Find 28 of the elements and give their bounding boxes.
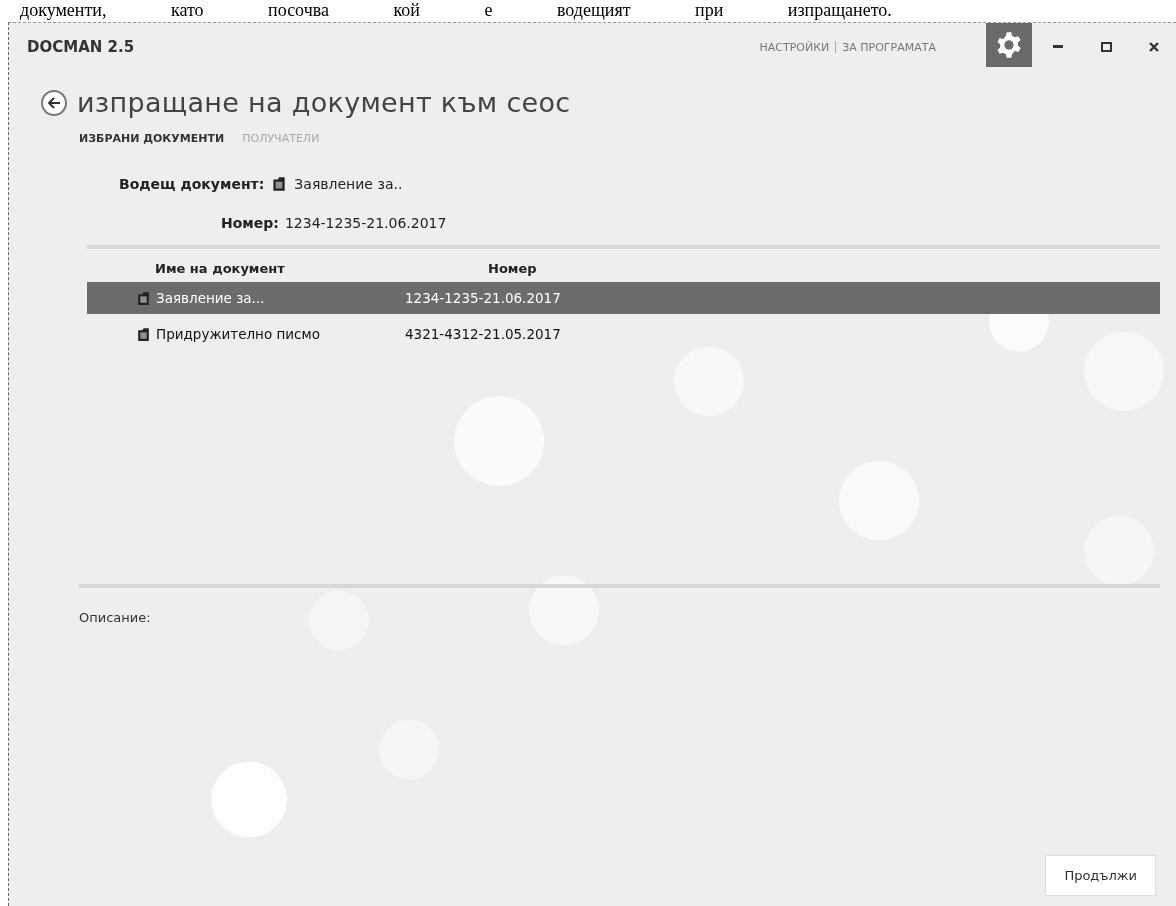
settings-icon [995,31,1023,59]
table-row[interactable]: Заявление за... 1234-1235-21.06.2017 [87,282,1160,314]
maximize-icon [1100,42,1112,52]
tab[interactable]: ИЗБРАНИ ДОКУМЕНТИ [79,132,225,145]
document-text: документи, като посочва кой е водещият при изпращането. [19,0,892,21]
lead-document-label: Водещ документ: [119,176,265,192]
table-cell: 4321-4312-21.05.2017 [405,326,561,342]
table-cell: 1234-1235-21.06.2017 [405,290,561,306]
table-row[interactable]: Придружително писмо 4321-4312-21.05.2017 [87,318,1160,350]
document-icon [135,289,152,307]
table-cell: Придружително писмо [156,326,320,342]
settings-button[interactable] [986,23,1032,67]
close-icon [1149,42,1159,52]
description-label: Описание: [78,609,152,625]
back-arrow-icon [47,96,61,109]
header-link[interactable]: НАСТРОЙКИ [759,40,830,54]
page-heading: изпращане на документ към сеос [77,87,571,118]
app-title: DOCMAN 2.5 [27,38,135,56]
continue-button[interactable]: Продължи [1045,855,1156,896]
minimize-icon [1053,45,1063,49]
document-icon [135,325,152,343]
column-header: Номер [488,261,538,276]
column-header: Име на документ [155,261,286,276]
table-cell: Заявление за... [156,290,265,306]
header-link[interactable]: ЗА ПРОГРАМАТА [842,40,936,54]
number-label: Номер: [221,215,279,231]
number-value: 1234-1235-21.06.2017 [284,215,447,231]
lead-document-name: Заявление за.. [294,176,403,192]
